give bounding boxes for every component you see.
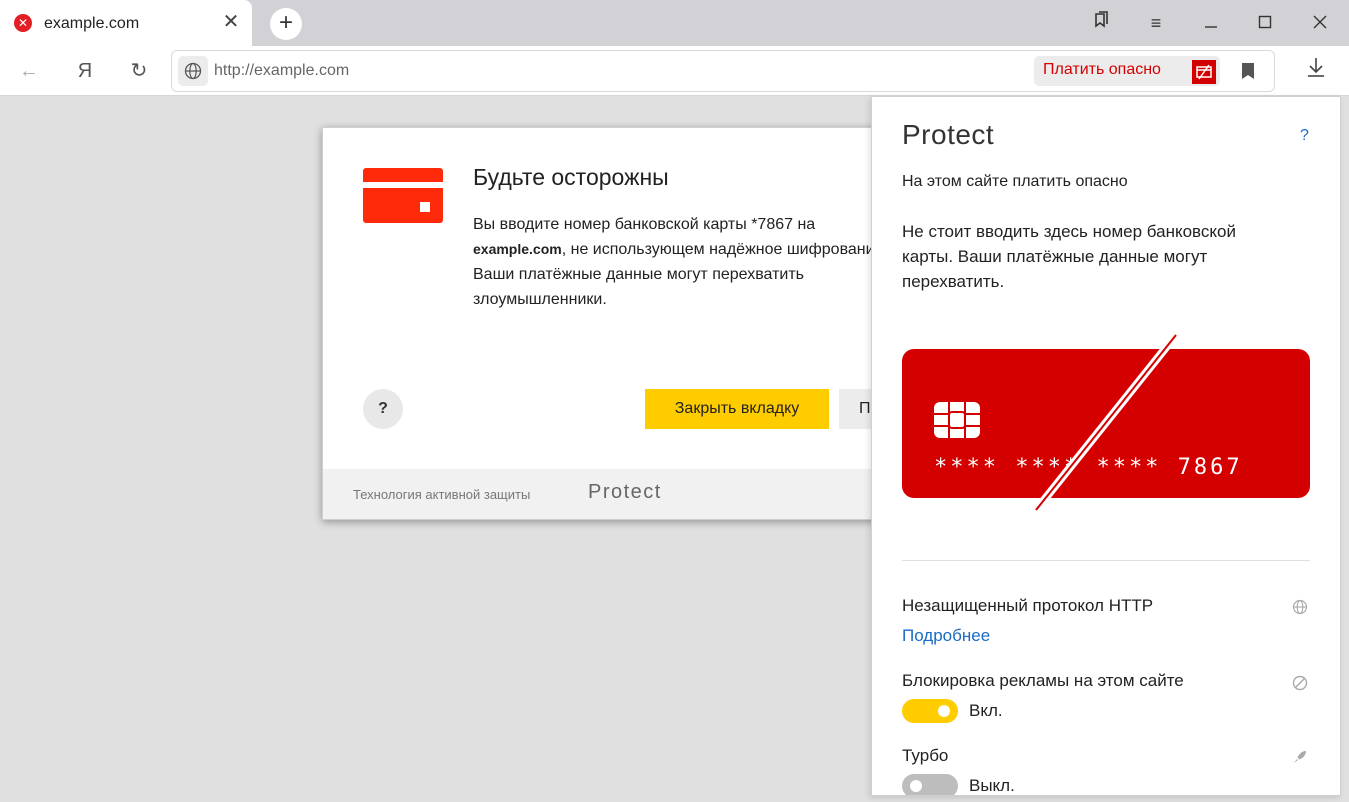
adblock-state: Вкл. xyxy=(969,701,1003,720)
panel-help-link[interactable]: ? xyxy=(1300,127,1309,145)
yandex-icon[interactable]: Я xyxy=(70,56,100,86)
download-icon[interactable] xyxy=(1306,56,1326,83)
pay-warning-text: Платить опасно xyxy=(1043,61,1161,78)
dialog-line: Ваши платёжные данные могут перехватить xyxy=(473,266,805,283)
url-text[interactable]: http://example.com xyxy=(214,62,349,80)
card-number: **** **** **** 7867 xyxy=(934,455,1243,480)
http-protocol-label: Незащищенный протокол HTTP xyxy=(902,596,1154,615)
turbo-toggle[interactable] xyxy=(902,774,958,795)
tab-manager-icon[interactable] xyxy=(1086,8,1116,38)
menu-icon[interactable]: ≡ xyxy=(1141,8,1171,38)
tab-title: example.com xyxy=(44,15,140,32)
turbo-label: Турбо xyxy=(902,746,949,765)
block-icon xyxy=(1292,675,1308,691)
protect-logo: Protect xyxy=(588,481,662,503)
toolbar: ← Я ↻ http://example.com Платить опасно xyxy=(0,46,1349,96)
error-favicon-icon: ✕ xyxy=(14,14,32,32)
address-bar[interactable]: http://example.com Платить опасно xyxy=(171,50,1275,92)
panel-heading: На этом сайте платить опасно xyxy=(902,173,1128,190)
dialog-footer: Технология активной защиты Protect xyxy=(323,469,881,519)
bookmark-icon[interactable] xyxy=(1240,62,1256,85)
bank-card-illustration: **** **** **** 7867 xyxy=(902,349,1310,498)
bank-card-icon xyxy=(363,168,443,223)
dialog-line: злоумышленники. xyxy=(473,291,607,308)
globe-icon[interactable] xyxy=(178,56,208,86)
turbo-state: Выкл. xyxy=(969,776,1015,795)
close-window-icon[interactable] xyxy=(1305,8,1335,38)
pay-warning-badge[interactable]: Платить опасно xyxy=(1034,56,1220,86)
dialog-site: example.com xyxy=(473,241,562,257)
footer-text: Технология активной защиты xyxy=(353,487,531,502)
new-tab-button[interactable]: + xyxy=(270,8,302,40)
close-tab-button[interactable]: Закрыть вкладку xyxy=(645,389,829,429)
maximize-icon[interactable] xyxy=(1250,8,1280,38)
card-warning-icon xyxy=(1192,60,1216,84)
dialog-line-rest: , не использующем надёжное шифрование. xyxy=(561,241,882,258)
protect-panel-logo: Protect xyxy=(902,119,995,150)
dialog-help-button[interactable]: ? xyxy=(363,389,403,429)
back-icon[interactable]: ← xyxy=(14,56,44,86)
warning-dialog: Будьте осторожны Вы вводите номер банков… xyxy=(322,127,882,520)
adblock-label: Блокировка рекламы на этом сайте xyxy=(902,671,1184,690)
rocket-icon xyxy=(1294,751,1306,763)
more-info-link[interactable]: Подробнее xyxy=(902,626,990,646)
tab-close-icon[interactable]: ✕ xyxy=(220,10,242,34)
adblock-toggle[interactable] xyxy=(902,699,958,723)
panel-description: Не стоит вводить здесь номер банковской … xyxy=(902,222,1236,291)
panel-divider xyxy=(902,560,1310,561)
card-chip-icon xyxy=(934,402,980,438)
globe-icon xyxy=(1292,599,1308,615)
reload-icon[interactable]: ↻ xyxy=(124,56,154,86)
tab-bar: ✕ example.com ✕ + ≡ xyxy=(0,0,1349,46)
dialog-body: Вы вводите номер банковской карты *7867 … xyxy=(473,212,882,312)
dialog-title: Будьте осторожны xyxy=(473,164,669,190)
tab-example[interactable]: ✕ example.com ✕ xyxy=(0,0,252,46)
dialog-line: example.com, не использующем надёжное ши… xyxy=(473,237,882,262)
protect-panel: Protect ? На этом сайте платить опасно Н… xyxy=(871,96,1341,796)
dialog-line: Вы вводите номер банковской карты *7867 … xyxy=(473,216,816,233)
minimize-icon[interactable] xyxy=(1196,8,1226,38)
